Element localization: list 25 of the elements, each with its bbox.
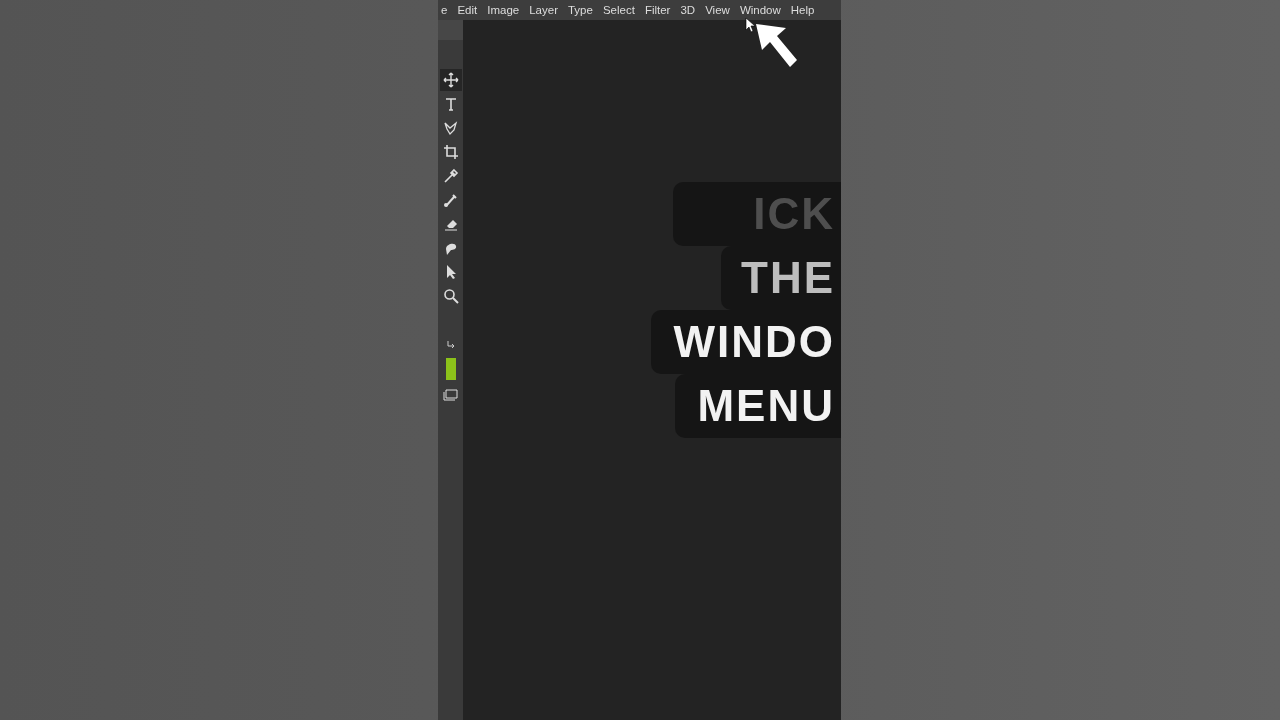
menu-item[interactable]: Help [785,4,820,16]
mouse-cursor-icon [745,17,755,33]
menu-item[interactable]: e [438,4,453,16]
move-tool-icon[interactable] [442,72,459,88]
menu-item[interactable]: Filter [639,4,676,16]
zoom-icon[interactable] [442,288,459,304]
caption-text: THE [721,246,841,310]
caption-text: WINDO [651,310,841,374]
caption-text: ICK [673,182,841,246]
lasso-tool-icon[interactable] [442,120,459,136]
menu-item[interactable]: Select [597,4,640,16]
menu-item[interactable]: Layer [524,4,563,16]
menu-item[interactable]: Image [482,4,525,16]
swap-colors-icon[interactable] [445,340,456,350]
caption-text: MENU [675,374,841,438]
menu-item[interactable]: Edit [452,4,483,16]
brush-icon[interactable] [442,192,459,208]
menu-item[interactable]: Type [563,4,598,16]
menu-item[interactable]: Window [734,4,786,16]
menu-item[interactable]: 3D [675,4,701,16]
menu-item[interactable]: View [700,4,735,16]
screen-mode-icon[interactable] [442,388,459,402]
foreground-color-swatch[interactable] [445,358,456,380]
crop-tool-icon[interactable] [442,144,459,160]
eyedropper-icon[interactable] [442,168,459,184]
